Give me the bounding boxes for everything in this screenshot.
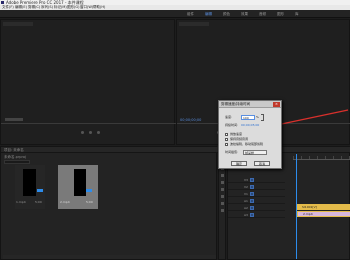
workspace-libraries[interactable]: 库 [295, 10, 299, 18]
ok-button[interactable]: 确定 [231, 161, 247, 166]
source-play-icon[interactable] [89, 131, 92, 134]
track-header-v2: V2 [228, 184, 285, 190]
clip-thumbnail [23, 169, 36, 196]
workspace-color[interactable]: 颜色 [223, 10, 230, 18]
dialog-title-bar: 剪辑速度/持续时间 [219, 101, 281, 108]
workspace-audio[interactable]: 音频 [259, 10, 266, 18]
project-item-name: 2.mp4 [60, 200, 70, 204]
interpolation-value: 帧采样 [245, 151, 255, 155]
track-header-a2: A2 [228, 205, 285, 211]
timeline-clip-1[interactable]: SI1001[V] [297, 204, 350, 210]
speed-input[interactable]: 100 [241, 115, 255, 120]
track-target-toggle[interactable] [250, 199, 254, 203]
premiere-app-icon [1, 1, 4, 4]
dialog-close-icon[interactable]: × [273, 102, 280, 107]
keep-pitch-checkbox[interactable] [225, 138, 228, 141]
project-footer-toolbar [3, 255, 216, 259]
interpolation-label: 时间插值: [225, 150, 239, 154]
project-tab[interactable]: 项目: 未命名 [4, 148, 24, 153]
reverse-speed-label: 倒放速度 [230, 132, 243, 136]
workspace-editing[interactable]: 编辑 [205, 10, 212, 18]
timeline-clip-label: SI1001[V] [302, 205, 317, 209]
track-target-toggle[interactable] [250, 178, 254, 182]
source-mark-out-icon[interactable] [97, 131, 100, 134]
project-item-1[interactable]: 1.mp4 5;00 [15, 165, 45, 209]
timeline-clip-2[interactable]: 2.mp4 [297, 211, 350, 217]
slip-tool-icon[interactable] [221, 195, 224, 198]
workspace-graphics[interactable]: 图形 [277, 10, 284, 18]
reverse-speed-checkbox[interactable] [225, 133, 228, 136]
source-mark-in-icon[interactable] [81, 131, 84, 134]
hand-tool-icon[interactable] [221, 209, 224, 212]
source-scrub-bar[interactable] [1, 123, 176, 124]
clip-thumbnail [74, 169, 86, 196]
clip-badge-icon [37, 189, 43, 192]
interpolation-select[interactable]: 帧采样 [243, 150, 267, 155]
timeline-clip-label: 2.mp4 [303, 212, 313, 216]
program-tab[interactable] [179, 22, 209, 26]
project-item-name: 1.mp4 [16, 200, 26, 204]
workspace-effects[interactable]: 效果 [241, 10, 248, 18]
pen-tool-icon[interactable] [221, 202, 224, 205]
project-item-duration: 5;00 [35, 200, 42, 204]
speed-unit: % [256, 115, 259, 119]
link-icon[interactable] [261, 114, 264, 121]
track-header-a3: A3 [228, 212, 285, 218]
ripple-edit-tool-icon[interactable] [221, 181, 224, 184]
source-timecode-placeholder [5, 118, 23, 121]
keep-pitch-label: 保持音频音调 [230, 137, 249, 141]
dialog-title: 剪辑速度/持续时间 [221, 102, 251, 106]
workspace-bar: 组件 编辑 颜色 效果 音频 图形 库 [0, 10, 350, 18]
track-header-v1: V1 [228, 191, 285, 197]
ripple-edit-label: 波纹编辑，移动尾部剪辑 [230, 142, 264, 146]
source-tab[interactable] [3, 22, 33, 26]
ripple-edit-checkbox[interactable] [225, 143, 228, 146]
razor-tool-icon[interactable] [221, 188, 224, 191]
program-timecode: 00;00;00;00 [180, 118, 202, 122]
clip-badge-icon [86, 189, 92, 192]
cancel-button[interactable]: 取消 [254, 161, 270, 166]
track-target-toggle[interactable] [250, 213, 254, 217]
track-select-tool-icon[interactable] [221, 174, 224, 177]
track-header-v3: V3 [228, 177, 285, 183]
playhead[interactable] [296, 154, 297, 259]
duration-label: 持续时间: [225, 123, 239, 127]
speed-duration-dialog: 剪辑速度/持续时间 × 速度: 100 % 持续时间: 00;00;05;00 … [218, 100, 282, 169]
duration-value[interactable]: 00;00;05;00 [241, 123, 259, 127]
project-search-input[interactable] [4, 160, 30, 164]
project-item-2[interactable]: 2.mp4 5;00 [58, 165, 98, 209]
track-target-toggle[interactable] [250, 206, 254, 210]
track-target-toggle[interactable] [250, 185, 254, 189]
track-header-a1: A1 [228, 198, 285, 204]
workspace-assembly[interactable]: 组件 [187, 10, 194, 18]
project-item-duration: 5;00 [86, 200, 93, 204]
track-target-toggle[interactable] [250, 192, 254, 196]
source-monitor-panel [0, 19, 176, 145]
timeline-ruler[interactable] [293, 156, 350, 160]
speed-label: 速度: [225, 115, 233, 119]
project-panel: 项目: 未命名 未命名.prproj 1.mp4 5;00 2.mp4 5;00 [0, 146, 218, 260]
